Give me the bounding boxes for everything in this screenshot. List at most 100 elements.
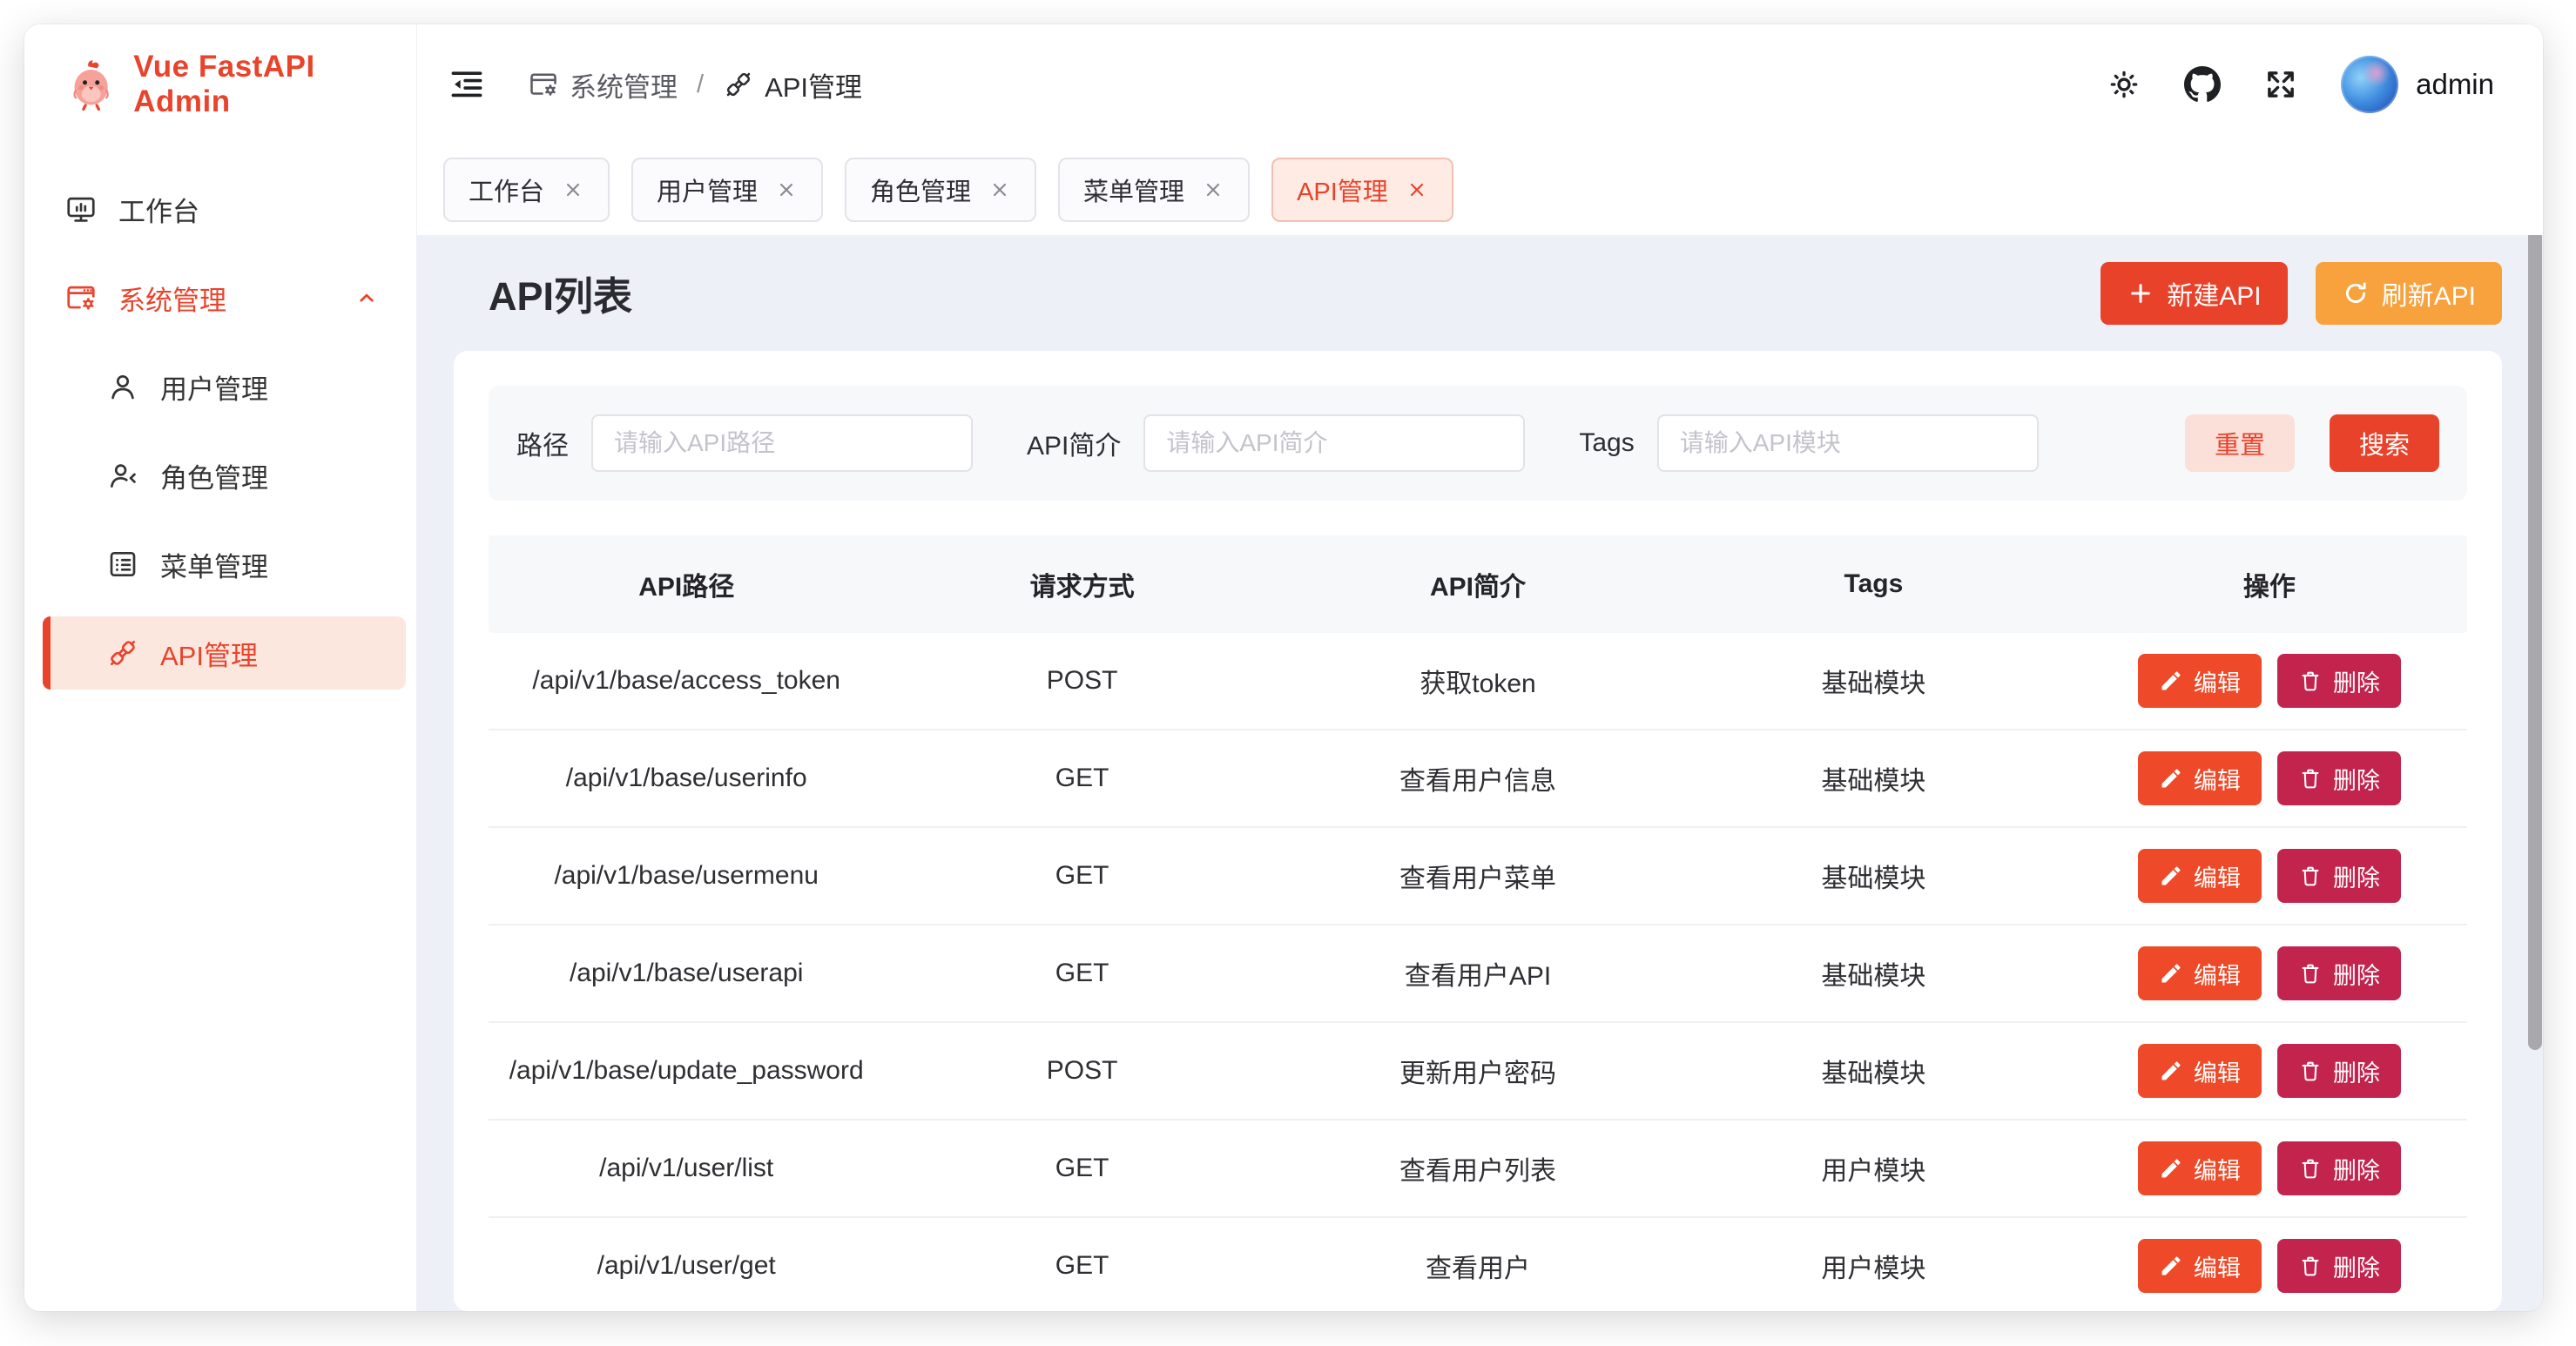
edit-button[interactable]: 编辑 (2138, 654, 2262, 708)
cell-method: GET (884, 861, 1279, 891)
cell-path: /api/v1/base/userinfo (489, 764, 884, 793)
github-mark (2184, 66, 2221, 103)
window-gear-icon (64, 281, 98, 314)
edit-button[interactable]: 编辑 (2138, 1239, 2262, 1293)
monitor-chart-icon (64, 192, 98, 225)
edit-button[interactable]: 编辑 (2138, 751, 2262, 805)
tab-label: 用户管理 (657, 172, 758, 208)
tab-close-icon[interactable] (988, 178, 1011, 201)
trash-icon (2298, 864, 2323, 888)
cell-tags: 基础模块 (1676, 954, 2071, 993)
edit-button-label: 编辑 (2194, 1054, 2241, 1088)
breadcrumb-system[interactable]: 系统管理 (528, 65, 678, 104)
theme-toggle-button[interactable] (2106, 66, 2142, 103)
cell-summary: 查看用户菜单 (1280, 857, 1676, 895)
tags-filter-input[interactable] (1657, 414, 2039, 472)
tab-bar: 工作台 用户管理 角色管理 菜单管理 API管理 (417, 145, 2543, 235)
plus-icon (2127, 279, 2155, 307)
edit-button[interactable]: 编辑 (2138, 1044, 2262, 1098)
tab-roles[interactable]: 角色管理 (845, 158, 1036, 222)
sidebar-item-menus[interactable]: 菜单管理 (43, 528, 406, 601)
delete-button[interactable]: 删除 (2277, 849, 2401, 903)
api-table-body: /api/v1/base/access_token POST 获取token 基… (489, 633, 2467, 1311)
page-actions: 新建API 刷新API (2101, 262, 2502, 325)
filter-tags: Tags (1579, 414, 2038, 472)
edit-button-label: 编辑 (2194, 664, 2241, 698)
expand-arrows-icon (2262, 66, 2299, 103)
breadcrumb-api[interactable]: API管理 (723, 65, 862, 104)
sidebar-item-workbench[interactable]: 工作台 (43, 172, 406, 246)
cell-method: GET (884, 1154, 1279, 1183)
person-icon (106, 370, 139, 403)
cell-summary: 查看用户API (1280, 954, 1676, 993)
delete-button[interactable]: 删除 (2277, 654, 2401, 708)
top-header: 系统管理 / API管理 (417, 24, 2543, 145)
trash-icon (2298, 1059, 2323, 1083)
sidebar-collapse-button[interactable] (448, 65, 486, 104)
tab-menus[interactable]: 菜单管理 (1058, 158, 1250, 222)
pencil-icon (2159, 1156, 2183, 1181)
refresh-api-button[interactable]: 刷新API (2316, 262, 2502, 325)
trash-icon (2298, 1254, 2323, 1278)
list-card-icon (106, 548, 139, 581)
edit-button[interactable]: 编辑 (2138, 849, 2262, 903)
tab-workbench[interactable]: 工作台 (443, 158, 610, 222)
cell-actions: 编辑 删除 (2072, 1044, 2467, 1098)
pencil-icon (2159, 1254, 2183, 1278)
github-icon[interactable] (2184, 66, 2221, 103)
filter-path: 路径 (516, 414, 973, 472)
tab-users[interactable]: 用户管理 (631, 158, 823, 222)
cell-summary: 查看用户列表 (1280, 1149, 1676, 1188)
delete-button[interactable]: 删除 (2277, 1141, 2401, 1195)
vertical-scrollbar-thumb[interactable] (2528, 235, 2542, 1050)
tab-close-icon[interactable] (775, 178, 798, 201)
edit-button-label: 编辑 (2194, 957, 2241, 991)
tab-close-icon[interactable] (1202, 178, 1224, 201)
tab-api[interactable]: API管理 (1271, 158, 1453, 222)
breadcrumb: 系统管理 / API管理 (528, 65, 862, 104)
table-row: /api/v1/user/get GET 查看用户 用户模块 编辑 删除 (489, 1218, 2467, 1311)
trash-icon (2298, 1156, 2323, 1181)
path-filter-input[interactable] (591, 414, 973, 472)
delete-button[interactable]: 删除 (2277, 751, 2401, 805)
sidebar-item-system[interactable]: 系统管理 (43, 261, 406, 334)
edit-button-label: 编辑 (2194, 762, 2241, 796)
column-header-method: 请求方式 (884, 565, 1279, 603)
page-title: API列表 (489, 265, 632, 321)
main-area: 系统管理 / API管理 (417, 24, 2543, 1311)
delete-button-label: 删除 (2333, 762, 2380, 796)
tab-close-icon[interactable] (1406, 178, 1428, 201)
delete-button[interactable]: 删除 (2277, 1044, 2401, 1098)
sidebar-item-roles[interactable]: 角色管理 (43, 439, 406, 512)
column-header-tags: Tags (1676, 569, 2071, 599)
breadcrumb-separator: / (697, 71, 704, 99)
logo: Vue FastAPI Admin (24, 24, 416, 145)
sidebar-item-users[interactable]: 用户管理 (43, 350, 406, 423)
plug-icon (723, 69, 754, 100)
sidebar: Vue FastAPI Admin 工作台 系统管理 (24, 24, 417, 1311)
pencil-icon (2159, 961, 2183, 986)
user-menu[interactable]: admin (2341, 56, 2494, 113)
cell-actions: 编辑 删除 (2072, 751, 2467, 805)
filter-summary: API简介 (1027, 414, 1525, 472)
tab-close-icon[interactable] (562, 178, 584, 201)
cell-tags: 用户模块 (1676, 1149, 2071, 1188)
cell-path: /api/v1/base/userapi (489, 959, 884, 988)
trash-icon (2298, 766, 2323, 791)
delete-button[interactable]: 删除 (2277, 1239, 2401, 1293)
edit-button[interactable]: 编辑 (2138, 946, 2262, 1000)
reset-button[interactable]: 重置 (2185, 414, 2295, 472)
search-button[interactable]: 搜索 (2330, 414, 2439, 472)
sidebar-item-api[interactable]: API管理 (43, 616, 406, 690)
menu-fold-icon (448, 65, 486, 104)
cell-path: /api/v1/base/access_token (489, 666, 884, 696)
avatar[interactable] (2341, 56, 2398, 113)
cell-tags: 基础模块 (1676, 1052, 2071, 1090)
edit-button[interactable]: 编辑 (2138, 1141, 2262, 1195)
fullscreen-button[interactable] (2262, 66, 2299, 103)
summary-filter-input[interactable] (1143, 414, 1525, 472)
delete-button[interactable]: 删除 (2277, 946, 2401, 1000)
new-api-button[interactable]: 新建API (2101, 262, 2287, 325)
column-header-summary: API简介 (1280, 565, 1676, 603)
tab-label: API管理 (1297, 172, 1388, 208)
